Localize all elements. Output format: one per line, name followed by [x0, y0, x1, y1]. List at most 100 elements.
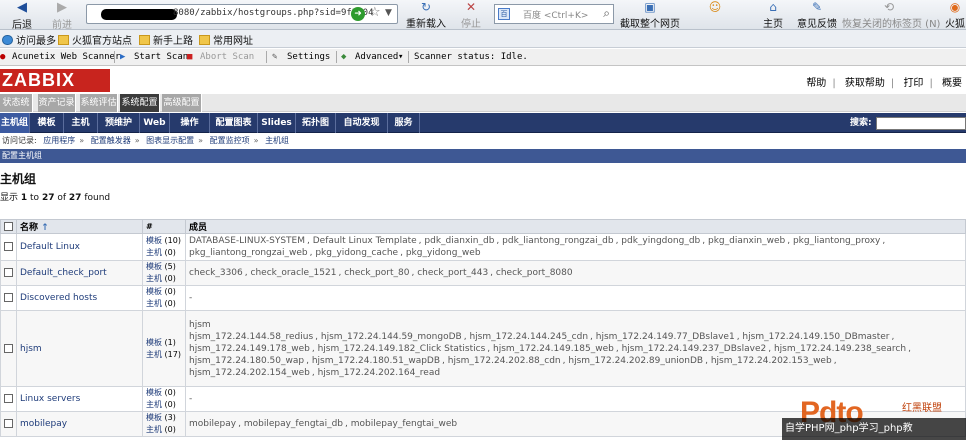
row-checkbox[interactable]: [4, 293, 13, 302]
breadcrumb-item[interactable]: 主机组: [265, 136, 289, 145]
submenu-templates[interactable]: 模板: [30, 113, 64, 133]
bookmark-common-sites[interactable]: 常用网址: [199, 32, 253, 47]
member-link[interactable]: hjsm_172.24.202.164_read: [318, 368, 441, 378]
hosts-link[interactable]: 主机: [146, 400, 162, 409]
advanced-menu-button[interactable]: Advanced: [355, 52, 398, 62]
back-button[interactable]: ◀ 后退: [2, 0, 42, 31]
member-link[interactable]: hjsm_172.24.144.58_redius: [189, 332, 313, 342]
member-link[interactable]: check_3306: [189, 268, 243, 278]
group-name-link[interactable]: hjsm: [20, 344, 42, 354]
templates-link[interactable]: 模板: [146, 338, 162, 347]
zabbix-search-input[interactable]: [876, 117, 966, 130]
row-checkbox[interactable]: [4, 242, 13, 251]
submenu-actions[interactable]: 操作: [170, 113, 210, 133]
hosts-link[interactable]: 主机: [146, 299, 162, 308]
submenu-discovery[interactable]: 自动发现: [336, 113, 388, 133]
member-link[interactable]: check_port_443: [417, 268, 488, 278]
column-name[interactable]: 名称 ↑: [16, 219, 143, 234]
group-name-link[interactable]: Default Linux: [20, 242, 80, 252]
member-link[interactable]: hjsm_172.24.149.77_DBslave1: [596, 332, 735, 342]
member-link[interactable]: hjsm_172.24.149.238_search: [774, 344, 906, 354]
member-link[interactable]: pdk_yingdong_db: [621, 236, 700, 246]
settings-button[interactable]: Settings: [287, 52, 330, 62]
member-link[interactable]: pkg_dianxin_web: [708, 236, 785, 246]
bookmark-star-icon[interactable]: ☆: [369, 5, 381, 20]
profile-link[interactable]: 概要: [942, 74, 962, 89]
submenu-screens[interactable]: 配置图表: [210, 113, 258, 133]
group-name-link[interactable]: Linux servers: [20, 394, 80, 404]
templates-link[interactable]: 模板: [146, 287, 162, 296]
print-link[interactable]: 打印: [903, 74, 923, 89]
member-link[interactable]: pdk_dianxin_db: [424, 236, 494, 246]
sort-name-link[interactable]: 名称: [20, 223, 38, 233]
search-box[interactable]: 百 百度 <Ctrl+K> ⌕: [494, 4, 614, 24]
capture-page-button[interactable]: ▣ 截取整个网页: [620, 0, 680, 30]
search-engine-icon[interactable]: 百: [498, 8, 510, 20]
search-input[interactable]: 百度 <Ctrl+K>: [523, 8, 588, 21]
member-link[interactable]: hjsm_172.24.202.89_unionDB: [568, 356, 703, 366]
member-link[interactable]: hjsm_172.24.144.245_cdn: [469, 332, 588, 342]
member-link[interactable]: mobilepay: [189, 419, 236, 429]
submenu-host-groups[interactable]: 主机组: [0, 113, 30, 133]
member-link[interactable]: hjsm_172.24.149.185_web: [493, 344, 614, 354]
member-link[interactable]: pkg_liantong_rongzai_web: [189, 248, 308, 258]
hosts-link[interactable]: 主机: [146, 248, 162, 257]
templates-link[interactable]: 模板: [146, 236, 162, 245]
hosts-link[interactable]: 主机: [146, 425, 162, 434]
member-link[interactable]: DATABASE-LINUX-SYSTEM: [189, 236, 305, 246]
member-link[interactable]: hjsm_172.24.149.178_web: [189, 344, 310, 354]
start-scan-button[interactable]: Start Scan: [134, 52, 188, 62]
bookmark-firefox-site[interactable]: 火狐官方站点: [58, 32, 132, 47]
member-link[interactable]: hjsm_172.24.202.88_cdn: [448, 356, 561, 366]
member-link[interactable]: pkg_yidong_cache: [315, 248, 398, 258]
feedback-button[interactable]: ✎ 意见反馈: [796, 0, 838, 30]
member-link[interactable]: mobilepay_fengtai_db: [244, 419, 343, 429]
member-link[interactable]: hjsm_172.24.180.51_wapDB: [312, 356, 440, 366]
firefox-menu-button[interactable]: ◉ 火狐: [944, 0, 966, 30]
member-link[interactable]: hjsm: [189, 320, 211, 330]
member-link[interactable]: hjsm_172.24.202.153_web: [711, 356, 832, 366]
breadcrumb-item[interactable]: 配置监控项: [210, 136, 250, 145]
hosts-link[interactable]: 主机: [146, 274, 162, 283]
submenu-slides[interactable]: Slides: [258, 113, 296, 133]
zabbix-logo[interactable]: ZABBIX: [0, 69, 110, 92]
breadcrumb-item[interactable]: 配置触发器: [91, 136, 131, 145]
row-checkbox[interactable]: [4, 343, 13, 353]
help-link[interactable]: 帮助: [806, 74, 826, 89]
member-link[interactable]: hjsm_172.24.180.50_wap: [189, 356, 304, 366]
member-link[interactable]: hjsm_172.24.149.237_DBslave2: [622, 344, 767, 354]
member-link[interactable]: hjsm_172.24.202.154_web: [189, 368, 310, 378]
bookmark-getting-started[interactable]: 新手上路: [139, 32, 193, 47]
templates-link[interactable]: 模板: [146, 413, 162, 422]
breadcrumb-item[interactable]: 应用程序: [43, 136, 75, 145]
submenu-maintenance[interactable]: 预维护: [98, 113, 140, 133]
menu-reports[interactable]: 系统评估: [80, 94, 118, 112]
submenu-services[interactable]: 服务: [388, 113, 420, 133]
chevron-down-icon[interactable]: ▼: [385, 8, 392, 18]
reload-button[interactable]: ↻ 重新载入: [405, 0, 447, 30]
addon-button[interactable]: ☺: [704, 0, 726, 30]
get-support-link[interactable]: 获取帮助: [845, 74, 885, 89]
member-link[interactable]: pkg_liantong_proxy: [793, 236, 880, 246]
menu-monitoring[interactable]: 状态统计: [0, 94, 33, 126]
templates-link[interactable]: 模板: [146, 262, 162, 271]
submenu-maps[interactable]: 拓扑图: [296, 113, 336, 133]
member-link[interactable]: check_oracle_1521: [251, 268, 337, 278]
member-link[interactable]: hjsm_172.24.149.150_DBmaster: [742, 332, 889, 342]
row-checkbox[interactable]: [4, 268, 13, 277]
breadcrumb-item[interactable]: 图表显示配置: [146, 136, 194, 145]
chevron-down-icon[interactable]: ▾: [398, 52, 403, 62]
group-name-link[interactable]: Default_check_port: [20, 268, 107, 278]
member-link[interactable]: Default Linux Template: [313, 236, 417, 246]
submenu-hosts[interactable]: 主机: [64, 113, 98, 133]
home-button[interactable]: ⌂ 主页: [760, 0, 786, 30]
bookmark-most-visited[interactable]: 访问最多: [2, 32, 56, 47]
templates-link[interactable]: 模板: [146, 388, 162, 397]
row-checkbox[interactable]: [4, 419, 13, 428]
member-link[interactable]: hjsm_172.24.149.182_Click Statistics: [318, 344, 486, 354]
menu-inventory[interactable]: 资产记录: [38, 94, 76, 112]
member-link[interactable]: check_port_8080: [496, 268, 573, 278]
group-name-link[interactable]: Discovered hosts: [20, 293, 97, 303]
restore-tab-button[interactable]: ⟲ 恢复关闭的标签页 (N): [842, 0, 940, 30]
group-name-link[interactable]: mobilepay: [20, 419, 67, 429]
